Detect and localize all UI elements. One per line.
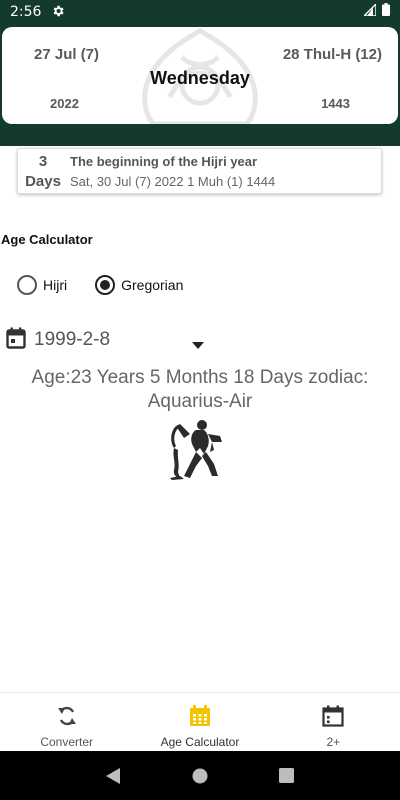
- nav-converter[interactable]: Converter: [0, 693, 133, 751]
- upcoming-event-card[interactable]: 3 Days The beginning of the Hijri year S…: [17, 148, 382, 194]
- hijri-year: 1443: [321, 96, 350, 111]
- birth-date-value: 1999-2-8: [34, 329, 111, 350]
- section-title: Age Calculator: [1, 232, 93, 247]
- weekday-label: Wednesday: [150, 68, 250, 88]
- event-detail: Sat, 30 Jul (7) 2022 1 Muh (1) 1444: [70, 174, 276, 189]
- days-unit: Days: [25, 173, 61, 190]
- status-bar: 2:56: [0, 0, 400, 24]
- calendar-outline-icon: [322, 705, 344, 727]
- battery-icon: [382, 3, 390, 21]
- age-result-line1: Age:23 Years 5 Months 18 Days zodiac:: [31, 367, 369, 388]
- nav-more-label: 2+: [326, 735, 341, 749]
- app-screen: 2:56 27 Jul (7) Wednesday 28 Thul-H (12): [0, 0, 400, 800]
- days-remaining: 3 Days: [24, 153, 62, 190]
- back-icon[interactable]: [93, 756, 133, 796]
- age-result: Age:23 Years 5 Months 18 Days zodiac: Aq…: [0, 366, 400, 414]
- bottom-navigation: Converter Age Calculator 2+: [0, 692, 400, 751]
- nav-age-calculator-label: Age Calculator: [160, 735, 240, 749]
- calendar-type-radio-group: Hijri Gregorian: [17, 275, 211, 295]
- radio-gregorian[interactable]: Gregorian: [95, 275, 183, 295]
- birth-date-picker[interactable]: 1999-2-8: [6, 326, 206, 354]
- aquarius-figure-icon: [170, 420, 222, 480]
- gregorian-year: 2022: [50, 96, 79, 111]
- hijri-date: 28 Thul-H (12): [282, 46, 382, 63]
- home-icon[interactable]: [180, 756, 220, 796]
- status-time: 2:56: [10, 4, 42, 20]
- age-result-line2: Aquarius-Air: [147, 391, 253, 412]
- gregorian-date: 27 Jul (7): [34, 46, 100, 63]
- nav-more[interactable]: 2+: [267, 693, 400, 751]
- gear-icon: [51, 4, 65, 21]
- nav-converter-label: Converter: [40, 735, 93, 749]
- chevron-down-icon[interactable]: [192, 336, 204, 354]
- system-navigation-bar: [0, 751, 400, 800]
- signal-icon: [362, 2, 377, 21]
- refresh-icon: [57, 705, 77, 727]
- radio-gregorian-label: Gregorian: [121, 277, 184, 293]
- days-count: 3: [38, 153, 48, 170]
- radio-checked-icon[interactable]: [95, 275, 116, 295]
- calendar-icon[interactable]: [6, 327, 26, 354]
- radio-hijri[interactable]: Hijri: [17, 275, 67, 295]
- nav-age-calculator[interactable]: Age Calculator: [133, 693, 266, 751]
- event-title: The beginning of the Hijri year: [70, 154, 258, 169]
- radio-hijri-label: Hijri: [43, 277, 68, 293]
- date-card[interactable]: 27 Jul (7) Wednesday 28 Thul-H (12) 2022…: [2, 27, 398, 124]
- calendar-icon: [189, 705, 211, 727]
- radio-unchecked-icon[interactable]: [17, 275, 37, 295]
- recents-icon[interactable]: [267, 756, 307, 796]
